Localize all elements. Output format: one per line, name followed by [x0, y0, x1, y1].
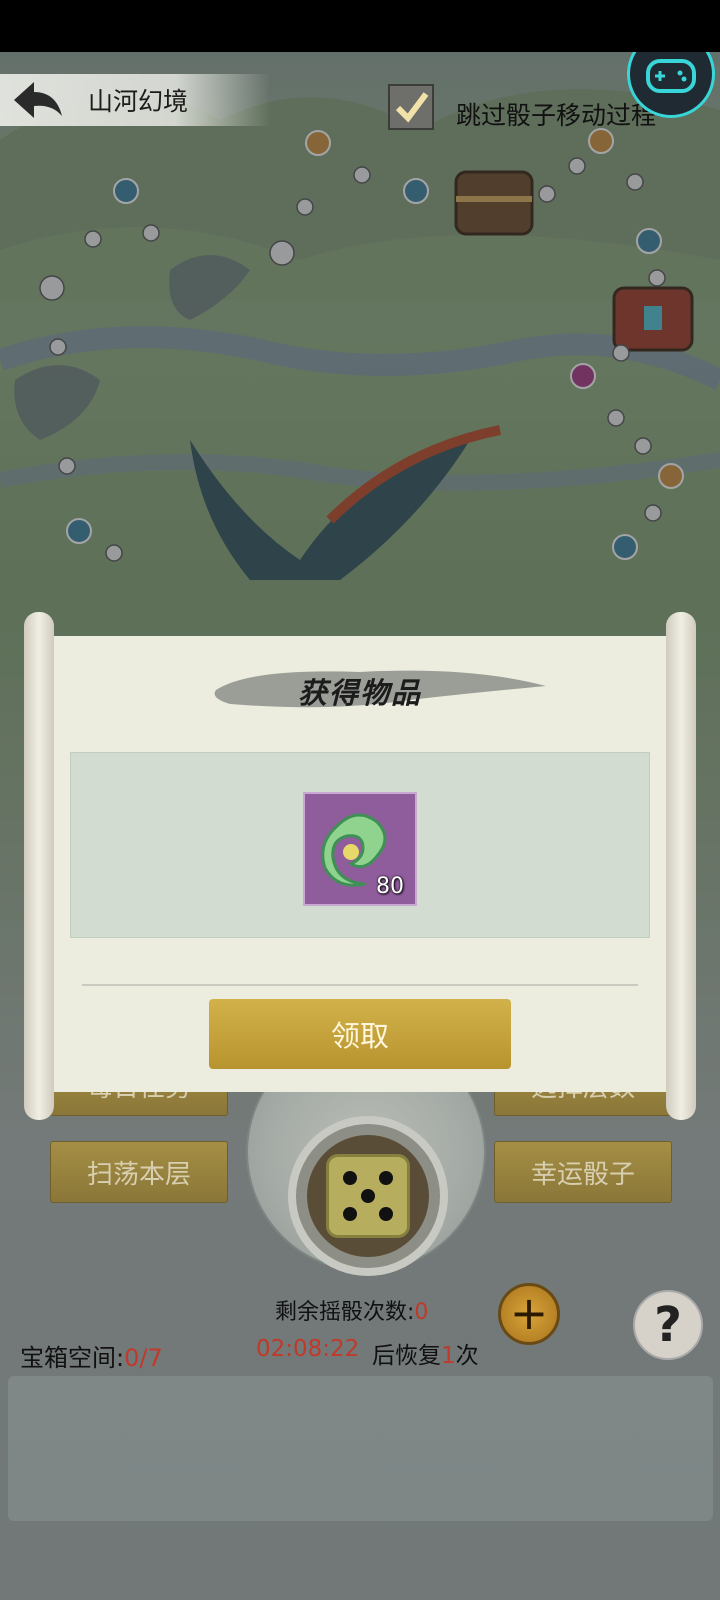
reward-item-count: 80	[376, 874, 404, 899]
recover-count: 1	[441, 1343, 456, 1369]
bottom-panel	[8, 1376, 713, 1521]
recover-prefix: 后恢复	[372, 1343, 441, 1369]
scroll-rod-left	[24, 612, 54, 1120]
remaining-rolls-value: 0	[414, 1300, 429, 1325]
gamepad-icon	[646, 59, 696, 93]
dice-icon[interactable]	[326, 1154, 410, 1238]
skip-dice-checkbox[interactable]	[388, 84, 434, 130]
back-arrow-icon[interactable]	[10, 78, 66, 122]
remaining-rolls: 剩余摇骰次数:0	[275, 1294, 428, 1326]
dialog-title: 获得物品	[297, 676, 422, 710]
add-rolls-button[interactable]: +	[498, 1283, 560, 1345]
recover-text: 后恢复1次	[372, 1336, 479, 1370]
recover-timer: 02:08:22	[256, 1336, 360, 1362]
help-button[interactable]: ?	[633, 1290, 703, 1360]
claim-button[interactable]: 领取	[209, 999, 511, 1069]
chest-space: 宝箱空间:0/7	[20, 1338, 163, 1373]
chest-space-label: 宝箱空间:	[20, 1344, 125, 1372]
chest-space-value: 0/7	[124, 1344, 163, 1372]
dialog-divider	[82, 984, 638, 986]
checkmark-icon	[395, 92, 429, 123]
skip-dice-label: 跳过骰子移动过程	[456, 101, 657, 130]
remaining-rolls-label: 剩余摇骰次数:	[275, 1300, 415, 1325]
recover-suffix: 次	[455, 1343, 479, 1369]
gamepad-button[interactable]	[627, 52, 715, 118]
sweep-floor-button[interactable]: 扫荡本层	[50, 1141, 228, 1203]
game-scene: 山河幻境 跳过骰子移动过程 每日任务 选择层数 扫荡本层 幸运骰子 剩余摇骰次数…	[0, 52, 720, 1600]
page-title: 山河幻境	[88, 87, 189, 116]
lucky-dice-button[interactable]: 幸运骰子	[494, 1141, 672, 1203]
status-bar	[0, 0, 720, 52]
scroll-rod-right	[666, 612, 696, 1120]
